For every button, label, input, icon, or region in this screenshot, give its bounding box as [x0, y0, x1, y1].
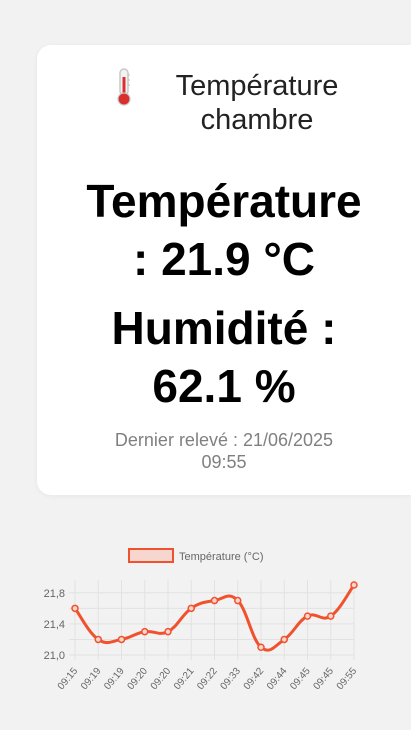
x-tick-label: 09:22	[195, 666, 220, 693]
legend-swatch	[128, 548, 174, 563]
x-tick-label: 09:21	[172, 666, 197, 693]
legend-label: Température (°C)	[179, 551, 263, 563]
chart-svg: Température (°C) 21,021,421,8 09:1509:19…	[44, 548, 360, 693]
data-point[interactable]	[303, 612, 312, 620]
data-point[interactable]	[327, 612, 335, 620]
chart-grid	[69, 580, 355, 660]
data-point[interactable]	[164, 627, 172, 636]
temperature-card: Température chambre Température : 21.9 °…	[37, 45, 411, 495]
card-title-line2: chambre	[200, 104, 314, 136]
data-point[interactable]	[280, 635, 288, 644]
temperature-label: Température	[86, 175, 362, 227]
temperature-chart: Température (°C) 21,0 21,4 21,8 09:15 09:19…	[0, 530, 411, 720]
y-tick-label: 21,4	[44, 619, 65, 631]
x-axis: 09:1509:1909:1909:2009:2009:2109:2209:33…	[56, 666, 360, 693]
data-point[interactable]	[71, 604, 79, 613]
x-tick-label: 09:45	[288, 666, 313, 693]
data-point[interactable]	[257, 643, 265, 651]
data-point[interactable]	[117, 635, 126, 644]
x-tick-label: 09:20	[149, 666, 174, 693]
x-tick-label: 09:45	[312, 666, 337, 693]
y-axis: 21,0 21,4 21,8	[44, 588, 65, 662]
data-point[interactable]	[94, 635, 102, 644]
y-tick-label: 21,0	[44, 650, 65, 662]
x-tick-label: 09:55	[335, 666, 360, 693]
data-point[interactable]	[141, 627, 149, 636]
last-reading-date: Dernier relevé : 21/06/2025	[114, 430, 334, 450]
x-tick-label: 09:19	[79, 666, 104, 693]
last-reading-time: 09:55	[201, 452, 247, 472]
humidity-value: 62.1 %	[152, 360, 296, 412]
card-title: Température chambre	[152, 69, 362, 137]
chart-legend[interactable]: Température (°C)	[128, 548, 263, 563]
thermometer-icon	[117, 68, 131, 106]
last-reading: Dernier relevé : 21/06/2025 09:55	[37, 429, 411, 473]
card-title-line1: Température	[175, 70, 339, 102]
x-tick-label: 09:19	[102, 666, 127, 693]
data-point[interactable]	[187, 604, 195, 613]
data-point[interactable]	[234, 596, 242, 605]
x-tick-label: 09:42	[242, 666, 267, 693]
x-tick-label: 09:44	[265, 666, 290, 693]
data-point[interactable]	[210, 596, 219, 605]
x-tick-label: 09:33	[219, 666, 244, 693]
y-tick-label: 21,8	[44, 588, 65, 600]
x-tick-label: 09:15	[56, 666, 81, 693]
humidity-label: Humidité :	[111, 302, 337, 354]
data-point[interactable]	[350, 581, 358, 589]
x-tick-label: 09:20	[126, 666, 151, 693]
temperature-value: : 21.9 °C	[132, 233, 316, 285]
